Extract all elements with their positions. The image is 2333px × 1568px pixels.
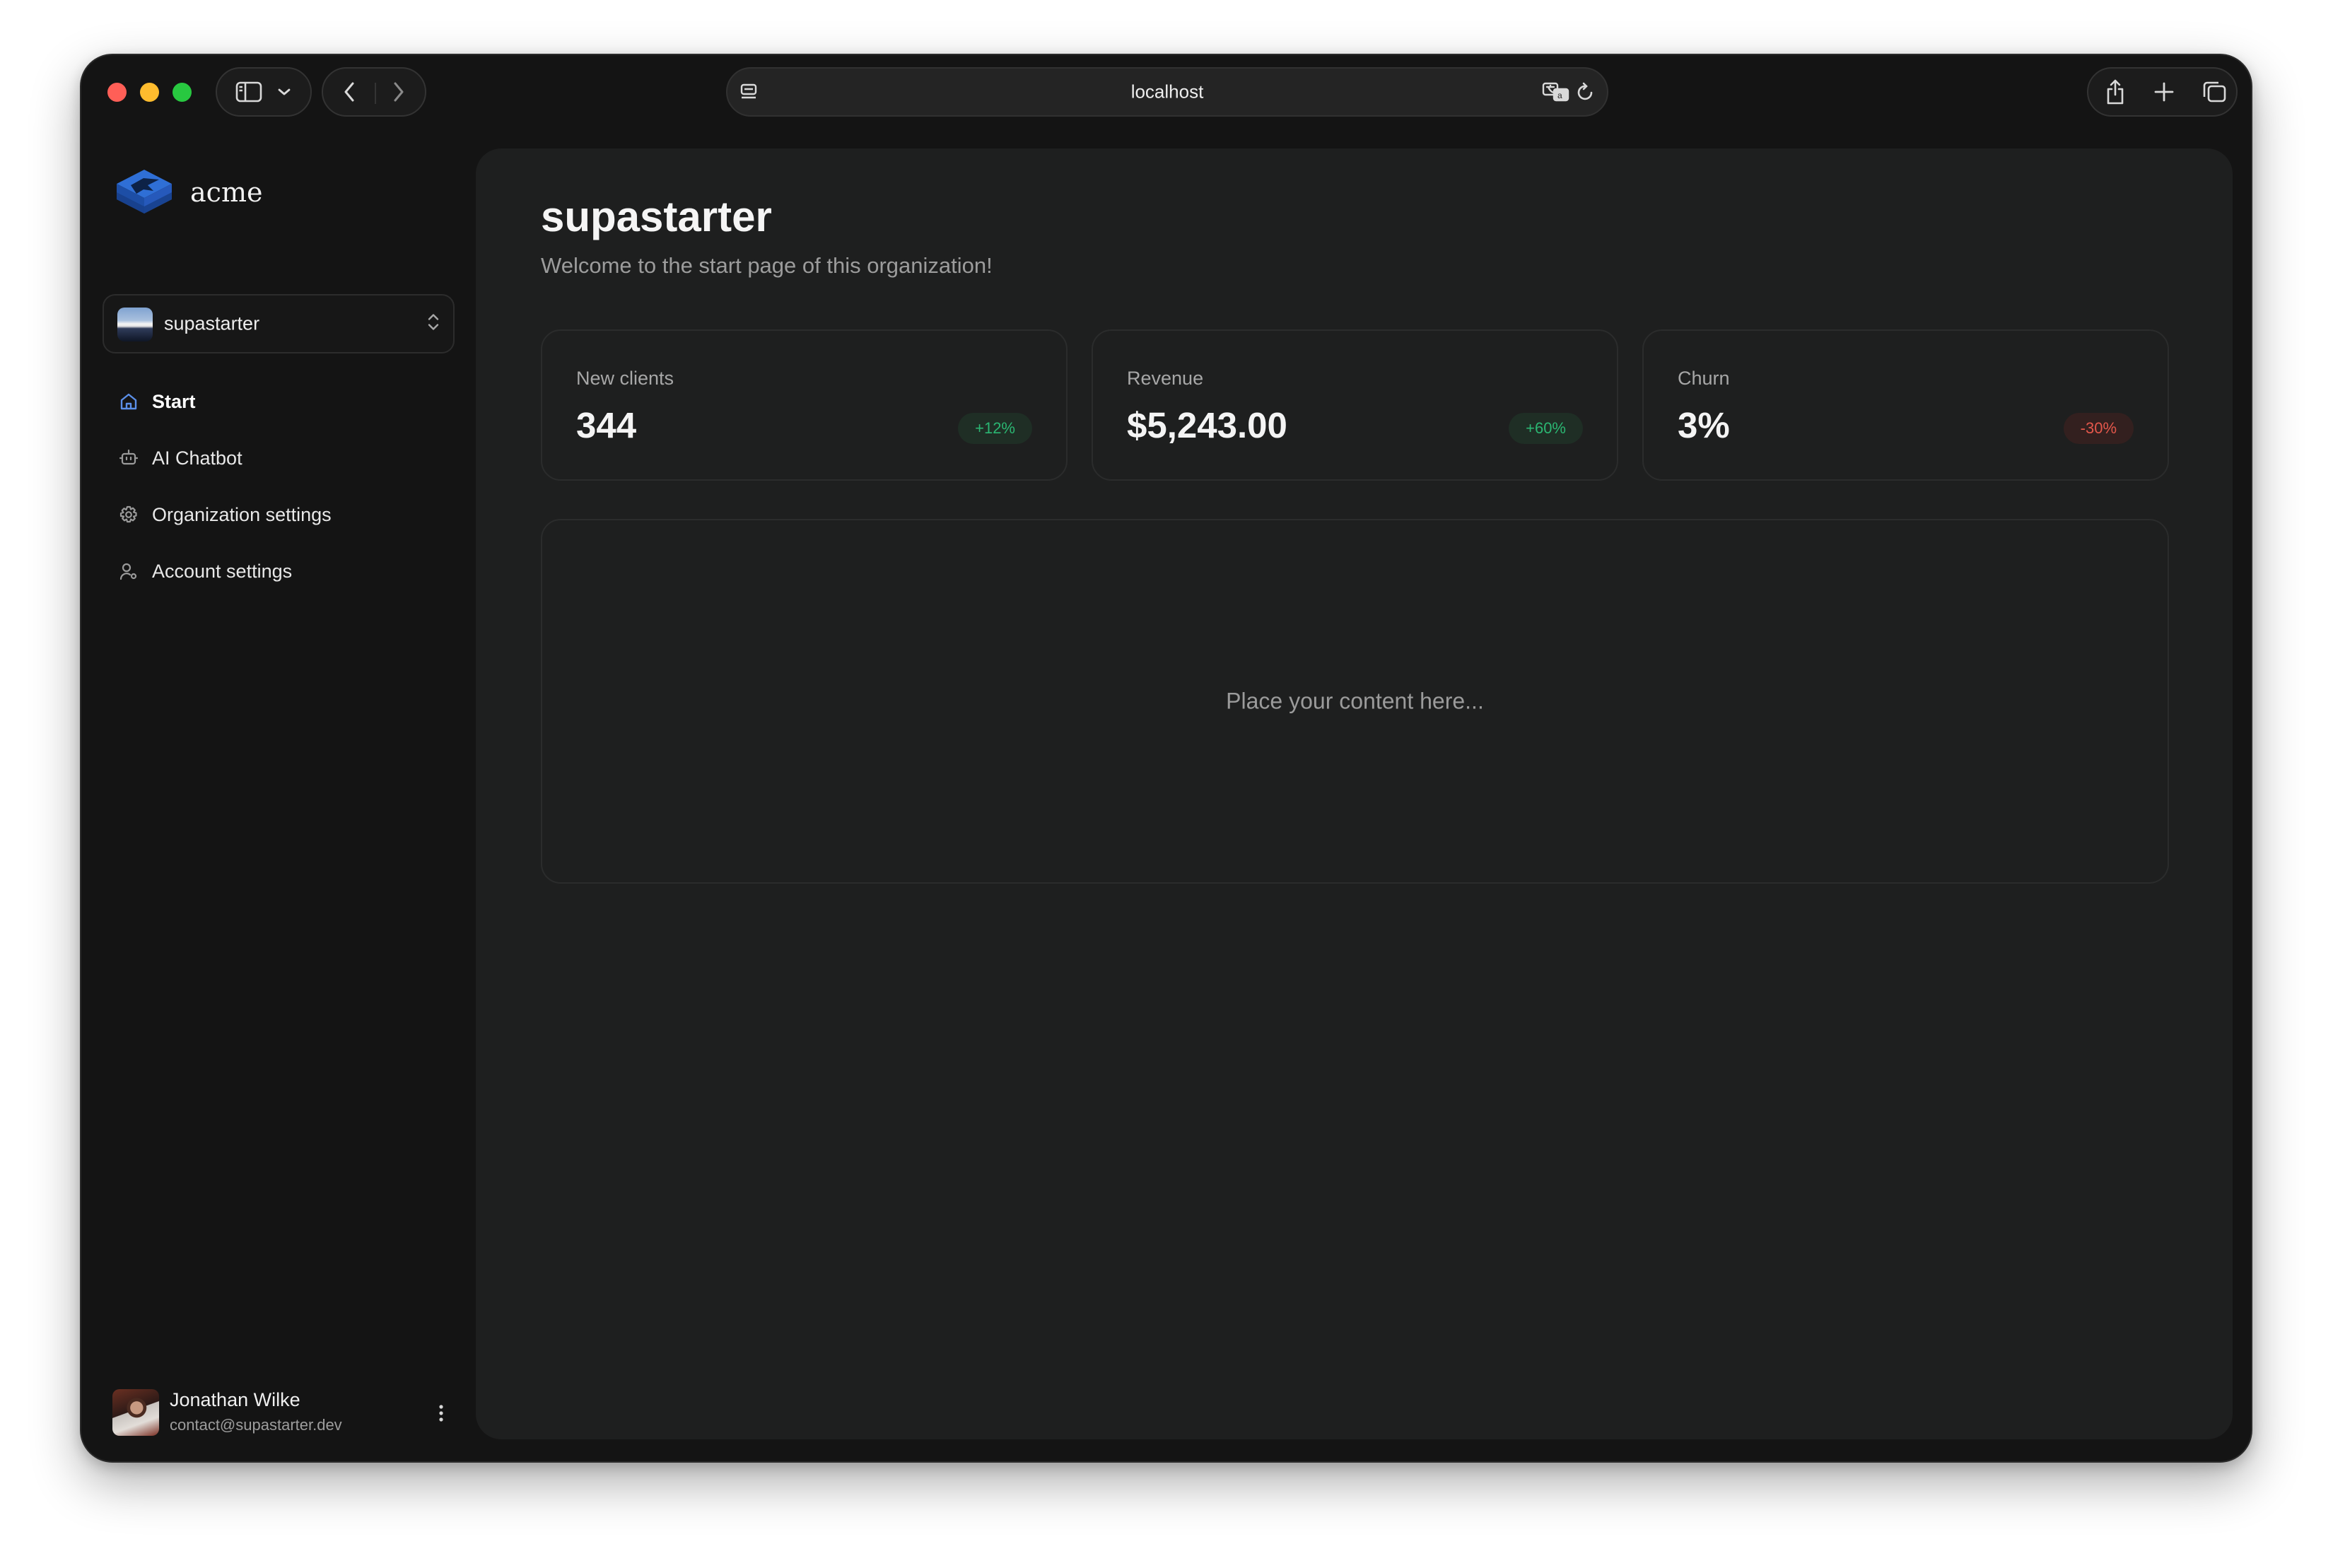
stats-row: New clients 344 +12% Revenue $5,243.00 +…	[541, 329, 2169, 481]
user-cog-icon	[118, 561, 139, 582]
page-subtitle: Welcome to the start page of this organi…	[541, 253, 993, 278]
home-icon	[118, 391, 139, 412]
sidebar-item-label: Organization settings	[152, 503, 332, 525]
back-icon[interactable]	[341, 81, 357, 103]
organization-avatar	[117, 308, 153, 341]
svg-text:a: a	[1557, 90, 1562, 100]
sidebar-item-organization-settings[interactable]: Organization settings	[110, 486, 449, 543]
browser-actions	[2087, 67, 2238, 117]
url-text: localhost	[1130, 81, 1204, 103]
address-bar[interactable]: localhost a	[726, 67, 1608, 117]
more-vertical-icon[interactable]	[431, 1400, 452, 1426]
tabs-overview-icon[interactable]	[2202, 80, 2227, 104]
close-window-button[interactable]	[107, 83, 127, 102]
stat-value: 344	[576, 405, 637, 445]
sidebar: acme supastarter Start AI Chatbot Organi…	[81, 148, 476, 1461]
main-panel: supastarter Welcome to the start page of…	[476, 148, 2233, 1439]
stat-label: New clients	[576, 368, 674, 389]
stat-value: $5,243.00	[1127, 405, 1287, 445]
organization-switcher[interactable]: supastarter	[103, 294, 455, 353]
reload-icon[interactable]	[1576, 81, 1596, 103]
trend-badge: -30%	[2063, 413, 2134, 444]
stat-card-new-clients: New clients 344 +12%	[541, 329, 1068, 481]
user-menu[interactable]: Jonathan Wilke contact@supastarter.dev	[112, 1388, 452, 1437]
acme-logo-icon	[117, 170, 172, 213]
sidebar-item-account-settings[interactable]: Account settings	[110, 543, 449, 599]
brand[interactable]: acme	[112, 164, 262, 221]
sidebar-item-ai-chatbot[interactable]: AI Chatbot	[110, 430, 449, 486]
content-placeholder-box: Place your content here...	[541, 519, 2169, 884]
page-title: supastarter	[541, 193, 772, 240]
sidebar-toggle-button[interactable]	[216, 67, 312, 117]
stat-card-revenue: Revenue $5,243.00 +60%	[1092, 329, 1618, 481]
organization-name: supastarter	[164, 312, 260, 334]
user-name: Jonathan Wilke	[170, 1389, 300, 1410]
trend-badge: +60%	[1509, 413, 1583, 444]
share-icon[interactable]	[2104, 78, 2127, 106]
stat-value: 3%	[1678, 405, 1730, 445]
gear-icon	[118, 504, 139, 525]
sidebar-item-label: Start	[152, 390, 196, 412]
sidebar-item-start[interactable]: Start	[110, 373, 449, 430]
sidebar-nav: Start AI Chatbot Organization settings A…	[110, 373, 449, 599]
new-tab-icon[interactable]	[2153, 81, 2175, 103]
sidebar-item-label: AI Chatbot	[152, 447, 242, 469]
history-navigation	[322, 67, 426, 117]
minimize-window-button[interactable]	[140, 83, 159, 102]
sidebar-item-label: Account settings	[152, 560, 293, 582]
stat-card-churn: Churn 3% -30%	[1642, 329, 2169, 481]
content-placeholder-text: Place your content here...	[1226, 688, 1484, 714]
chevron-up-down-icon	[426, 312, 440, 337]
stat-label: Revenue	[1127, 368, 1204, 389]
avatar	[112, 1389, 159, 1436]
forward-icon[interactable]	[391, 81, 407, 103]
brand-name: acme	[190, 177, 263, 208]
browser-window: localhost a acme supastarter Start AI Ch…	[80, 54, 2252, 1463]
zoom-window-button[interactable]	[173, 83, 192, 102]
bot-icon	[118, 447, 139, 469]
translate-icon[interactable]: a	[1542, 81, 1570, 103]
stat-label: Churn	[1678, 368, 1730, 389]
user-email: contact@supastarter.dev	[170, 1416, 342, 1434]
sidebar-icon	[235, 81, 262, 103]
chevron-down-icon[interactable]	[276, 87, 292, 97]
trend-badge: +12%	[958, 413, 1032, 444]
nav-divider	[375, 83, 376, 104]
browser-toolbar: localhost a	[81, 55, 2251, 148]
